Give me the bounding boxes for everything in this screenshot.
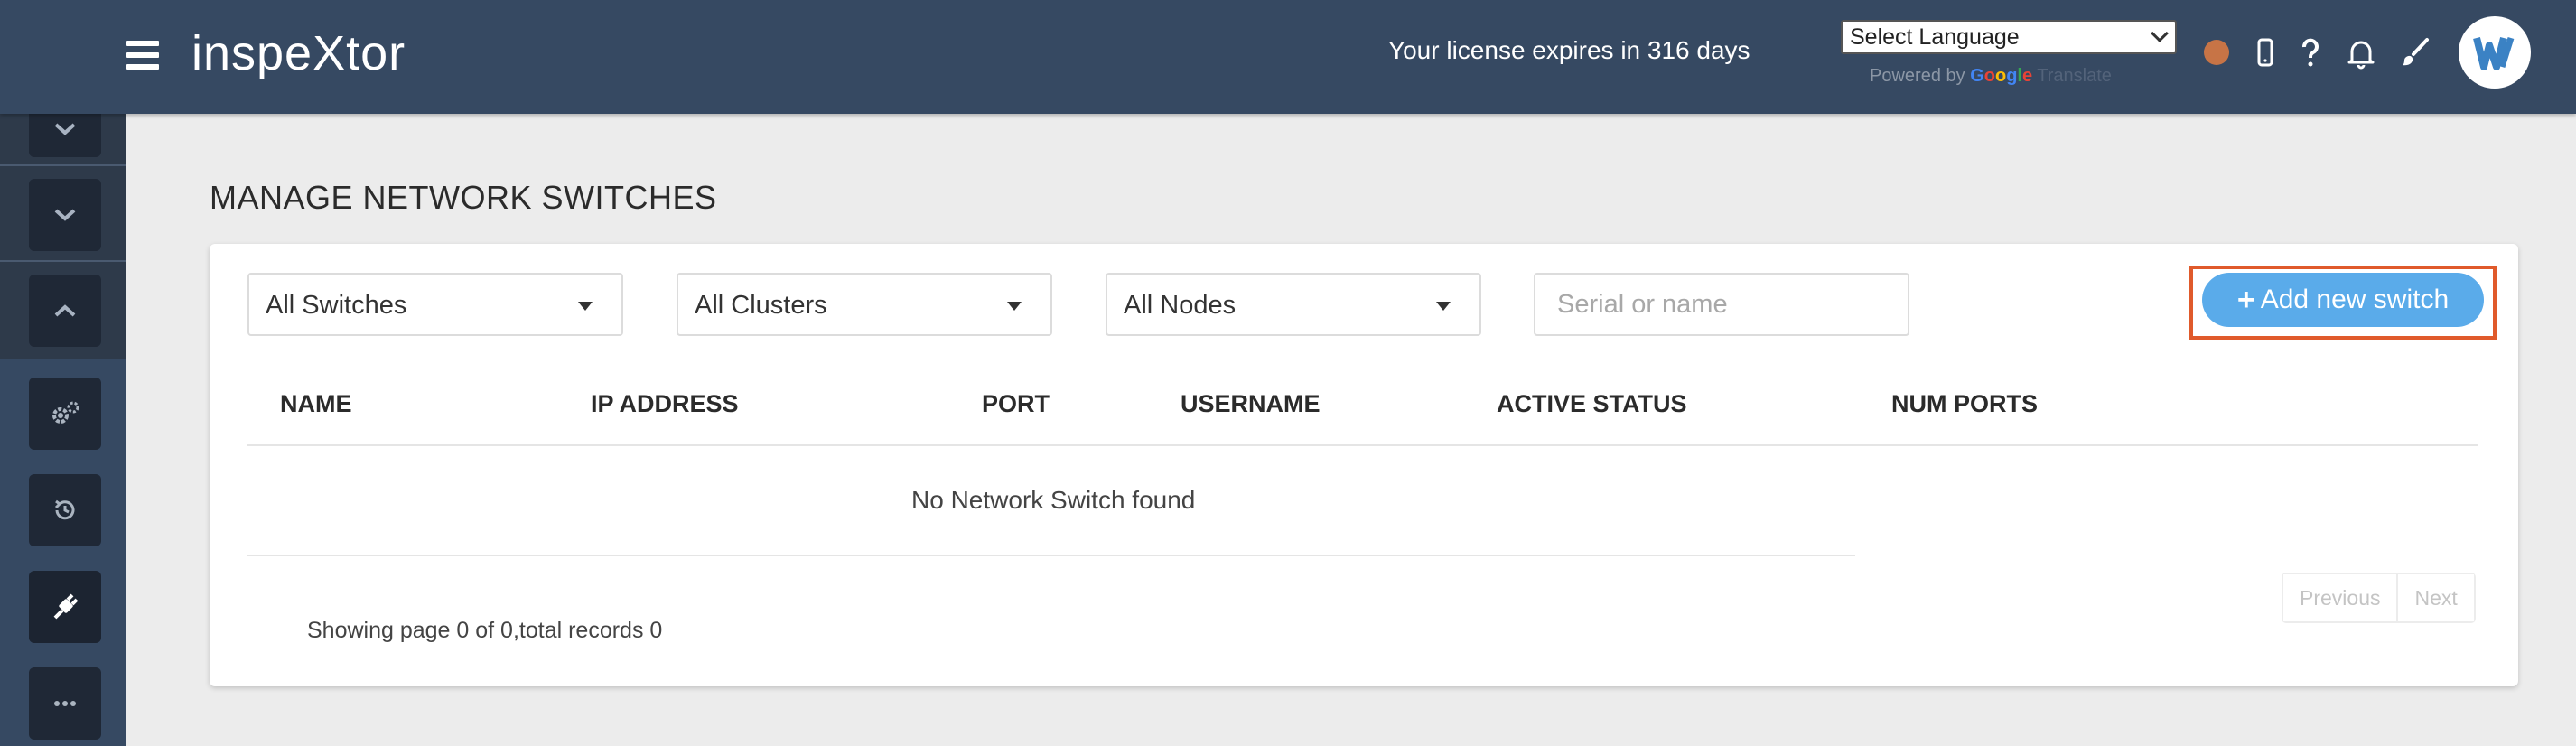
next-page-button[interactable]: Next	[2396, 574, 2474, 621]
user-avatar[interactable]	[2459, 16, 2531, 89]
pagination: Previous Next	[2282, 573, 2476, 623]
header-divider	[247, 444, 2478, 446]
column-header-num-ports[interactable]: NUM PORTS	[1891, 390, 2038, 418]
sidebar-item-settings[interactable]	[29, 378, 101, 450]
license-text: Your license expires in 316 days	[1388, 36, 1750, 64]
bell-icon[interactable]	[2343, 34, 2379, 70]
chevron-down-icon	[54, 123, 76, 135]
node-filter-select[interactable]: All Nodes	[1106, 273, 1481, 336]
brand-logo-icon	[2473, 36, 2515, 70]
previous-page-button[interactable]: Previous	[2283, 574, 2397, 621]
table-bottom-divider	[247, 555, 1855, 556]
menu-icon[interactable]	[126, 41, 159, 70]
caret-down-icon	[1007, 302, 1022, 311]
chevron-down-icon	[54, 209, 76, 221]
top-bar: inspeXtor Your license expires in 316 da…	[0, 0, 2576, 114]
page-title: MANAGE NETWORK SWITCHES	[210, 179, 717, 216]
sidebar-item-more[interactable]	[29, 667, 101, 740]
language-select-value: Select Language	[1850, 24, 2020, 50]
plug-icon	[53, 593, 79, 620]
column-header-name[interactable]: NAME	[280, 390, 352, 418]
sidebar-row-2	[0, 166, 126, 262]
column-header-ip-address[interactable]: IP ADDRESS	[591, 390, 739, 418]
chevron-up-icon	[54, 304, 76, 317]
chevron-down-icon	[2151, 24, 2169, 42]
sidebar-row-1	[0, 101, 126, 166]
caret-down-icon	[1436, 302, 1451, 311]
help-icon[interactable]	[2292, 34, 2329, 70]
add-new-switch-label: Add new switch	[2260, 284, 2450, 314]
add-new-switch-button[interactable]: + Add new switch	[2202, 273, 2484, 327]
column-header-port[interactable]: PORT	[982, 390, 1050, 418]
pagination-summary: Showing page 0 of 0,total records 0	[307, 618, 663, 643]
language-select[interactable]: Select Language	[1841, 20, 2177, 54]
column-header-active-status[interactable]: ACTIVE STATUS	[1497, 390, 1687, 418]
empty-table-message: No Network Switch found	[911, 486, 1196, 514]
gears-icon	[52, 401, 79, 424]
cluster-filter-select[interactable]: All Clusters	[677, 273, 1052, 336]
sidebar-expand-button[interactable]	[29, 275, 101, 347]
switch-filter-value: All Switches	[266, 291, 407, 320]
node-filter-value: All Nodes	[1124, 291, 1237, 320]
status-indicator	[2204, 40, 2229, 65]
sidebar-item-history[interactable]	[29, 474, 101, 546]
google-translate-credit: Powered by Google Translate	[1870, 66, 2112, 86]
column-header-username[interactable]: USERNAME	[1181, 390, 1321, 418]
sidebar-row-3	[0, 262, 126, 359]
switches-card: All Switches All Clusters All Nodes + Ad…	[210, 244, 2518, 686]
more-icon	[54, 701, 76, 706]
sidebar-item-network-switches[interactable]	[29, 571, 101, 643]
plus-icon: +	[2236, 282, 2255, 317]
mobile-icon[interactable]	[2247, 34, 2283, 70]
search-input[interactable]	[1534, 273, 1909, 336]
table-header: NAME IP ADDRESS PORT USERNAME ACTIVE STA…	[210, 390, 2518, 435]
cluster-filter-value: All Clusters	[695, 291, 827, 320]
switch-filter-select[interactable]: All Switches	[247, 273, 623, 336]
history-icon	[54, 499, 75, 520]
caret-down-icon	[578, 302, 593, 311]
sidebar-collapse-button-2[interactable]	[29, 179, 101, 251]
brush-icon[interactable]	[2397, 34, 2433, 70]
translate-link[interactable]: Translate	[2037, 66, 2112, 86]
app-title: inspeXtor	[191, 26, 406, 80]
